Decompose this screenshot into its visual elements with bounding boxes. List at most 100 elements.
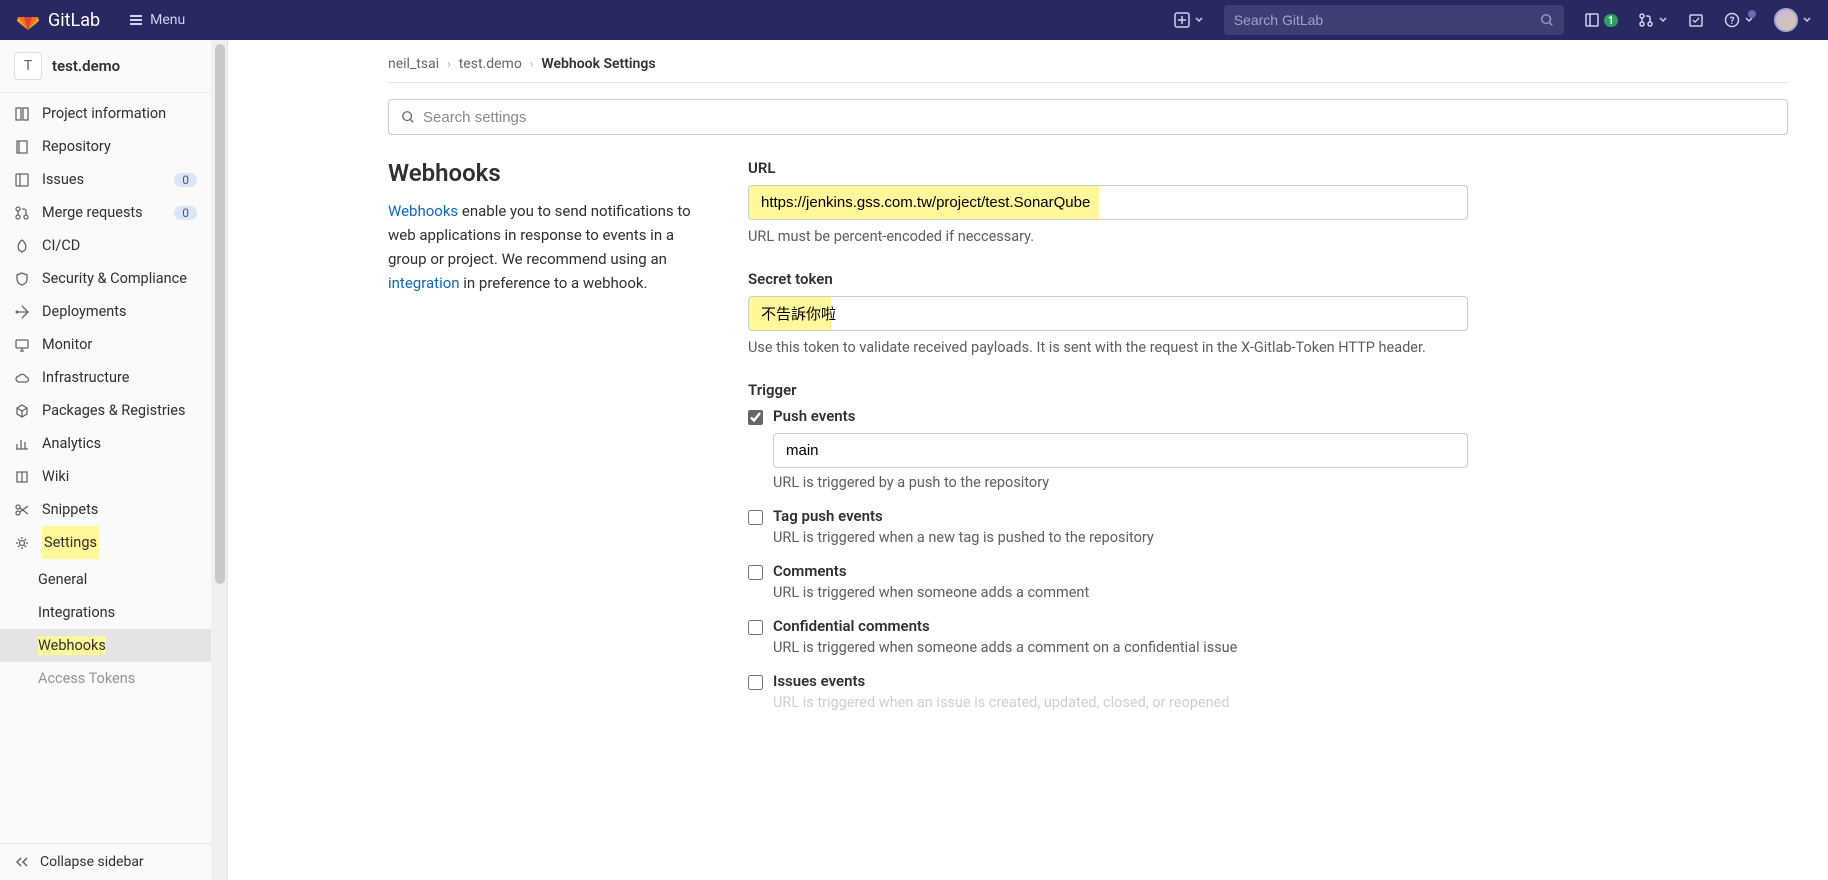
- trigger-tag-label: Tag push events: [773, 507, 883, 525]
- menu-label: Menu: [150, 12, 185, 28]
- sidebar-item-security[interactable]: Security & Compliance: [0, 262, 211, 295]
- sidebar-item-analytics[interactable]: Analytics: [0, 427, 211, 460]
- sidebar-item-packages[interactable]: Packages & Registries: [0, 394, 211, 427]
- merge-requests-link[interactable]: [1638, 12, 1668, 28]
- project-avatar: T: [14, 52, 42, 80]
- section-description: Webhooks enable you to send notification…: [388, 199, 708, 295]
- deploy-icon: [14, 304, 30, 320]
- subnav-integrations[interactable]: Integrations: [0, 596, 211, 629]
- create-new-button[interactable]: [1174, 12, 1204, 28]
- push-branch-input[interactable]: [773, 433, 1468, 468]
- project-header[interactable]: T test.demo: [0, 40, 211, 93]
- integration-link[interactable]: integration: [388, 274, 460, 292]
- package-icon: [14, 403, 30, 419]
- global-search[interactable]: [1224, 5, 1564, 35]
- rocket-icon: [14, 238, 30, 254]
- sidebar-item-monitor[interactable]: Monitor: [0, 328, 211, 361]
- help-link[interactable]: ?: [1724, 12, 1754, 28]
- menu-button[interactable]: Menu: [128, 12, 185, 28]
- merge-request-icon: [14, 205, 30, 221]
- search-icon: [1540, 13, 1554, 27]
- avatar: [1774, 8, 1798, 32]
- trigger-comments-help: URL is triggered when someone adds a com…: [773, 584, 1468, 601]
- scrollbar[interactable]: ▴: [211, 40, 227, 880]
- checkbox-comments[interactable]: [748, 565, 763, 580]
- chart-icon: [14, 436, 30, 452]
- user-menu[interactable]: [1774, 8, 1812, 32]
- token-label: Secret token: [748, 270, 1468, 288]
- trigger-confidential-help: URL is triggered when someone adds a com…: [773, 639, 1468, 656]
- search-settings-input[interactable]: [423, 109, 1775, 126]
- checkbox-confidential-comments[interactable]: [748, 620, 763, 635]
- subnav-access-tokens[interactable]: Access Tokens: [0, 662, 211, 695]
- token-help: Use this token to validate received payl…: [748, 337, 1468, 359]
- sidebar-item-issues[interactable]: Issues0: [0, 163, 211, 196]
- url-input[interactable]: [748, 185, 1468, 220]
- search-settings-box[interactable]: [388, 99, 1788, 135]
- sidebar-item-project-info[interactable]: Project information: [0, 97, 211, 130]
- url-help: URL must be percent-encoded if neccessar…: [748, 226, 1468, 248]
- issues-link[interactable]: 1: [1584, 12, 1618, 28]
- collapse-icon: [14, 854, 30, 870]
- section-title: Webhooks: [388, 159, 708, 187]
- issues-badge: 0: [174, 173, 197, 187]
- info-icon: [14, 106, 30, 122]
- breadcrumb-separator: ›: [530, 57, 534, 71]
- question-icon: ?: [1724, 12, 1740, 28]
- gear-icon: [14, 535, 30, 551]
- trigger-tag-help: URL is triggered when a new tag is pushe…: [773, 529, 1468, 546]
- sidebar-item-cicd[interactable]: CI/CD: [0, 229, 211, 262]
- project-sidebar: ▴ T test.demo Project information Reposi…: [0, 40, 228, 880]
- svg-text:?: ?: [1730, 16, 1735, 27]
- shield-icon: [14, 271, 30, 287]
- hamburger-icon: [128, 12, 144, 28]
- top-navbar: GitLab Menu 1 ?: [0, 0, 1828, 40]
- merge-request-icon: [1638, 12, 1654, 28]
- todos-link[interactable]: [1688, 12, 1704, 28]
- sidebar-item-deployments[interactable]: Deployments: [0, 295, 211, 328]
- subnav-webhooks[interactable]: Webhooks: [0, 629, 211, 662]
- project-name: test.demo: [52, 57, 120, 75]
- chevron-down-icon: [1658, 15, 1668, 25]
- breadcrumb-link[interactable]: neil_tsai: [388, 56, 439, 72]
- trigger-label: Trigger: [748, 381, 1468, 399]
- chevron-down-icon: [1802, 15, 1812, 25]
- collapse-sidebar-button[interactable]: Collapse sidebar: [0, 843, 227, 880]
- issue-icon: [1584, 12, 1600, 28]
- breadcrumb-current: Webhook Settings: [541, 56, 655, 72]
- cloud-icon: [14, 370, 30, 386]
- repo-icon: [14, 139, 30, 155]
- trigger-issues-label: Issues events: [773, 672, 865, 690]
- issue-icon: [14, 172, 30, 188]
- sidebar-item-snippets[interactable]: Snippets: [0, 493, 211, 526]
- brand-text: GitLab: [48, 10, 100, 31]
- token-input[interactable]: [748, 296, 1468, 331]
- issues-count-badge: 1: [1604, 14, 1618, 27]
- sidebar-item-settings[interactable]: Settings: [0, 526, 211, 559]
- main-content: neil_tsai › test.demo › Webhook Settings…: [228, 40, 1828, 880]
- sidebar-item-merge-requests[interactable]: Merge requests0: [0, 196, 211, 229]
- webhooks-link[interactable]: Webhooks: [388, 202, 458, 220]
- search-icon: [401, 110, 415, 124]
- checkbox-issues-events[interactable]: [748, 675, 763, 690]
- breadcrumb-link[interactable]: test.demo: [459, 56, 522, 72]
- trigger-push-help: URL is triggered by a push to the reposi…: [773, 474, 1468, 491]
- subnav-general[interactable]: General: [0, 563, 211, 596]
- divider: [388, 82, 1788, 83]
- help-notification-dot: [1748, 10, 1756, 18]
- monitor-icon: [14, 337, 30, 353]
- book-icon: [14, 469, 30, 485]
- sidebar-item-infrastructure[interactable]: Infrastructure: [0, 361, 211, 394]
- tanuki-icon: [16, 8, 40, 32]
- scrollbar-thumb[interactable]: [215, 44, 225, 584]
- sidebar-item-wiki[interactable]: Wiki: [0, 460, 211, 493]
- todo-icon: [1688, 12, 1704, 28]
- search-input[interactable]: [1234, 12, 1540, 28]
- sidebar-item-repository[interactable]: Repository: [0, 130, 211, 163]
- mr-badge: 0: [174, 206, 197, 220]
- gitlab-logo[interactable]: GitLab: [16, 8, 100, 32]
- trigger-confidential-label: Confidential comments: [773, 617, 930, 635]
- checkbox-tag-push[interactable]: [748, 510, 763, 525]
- checkbox-push-events[interactable]: [748, 410, 763, 425]
- chevron-down-icon: [1194, 15, 1204, 25]
